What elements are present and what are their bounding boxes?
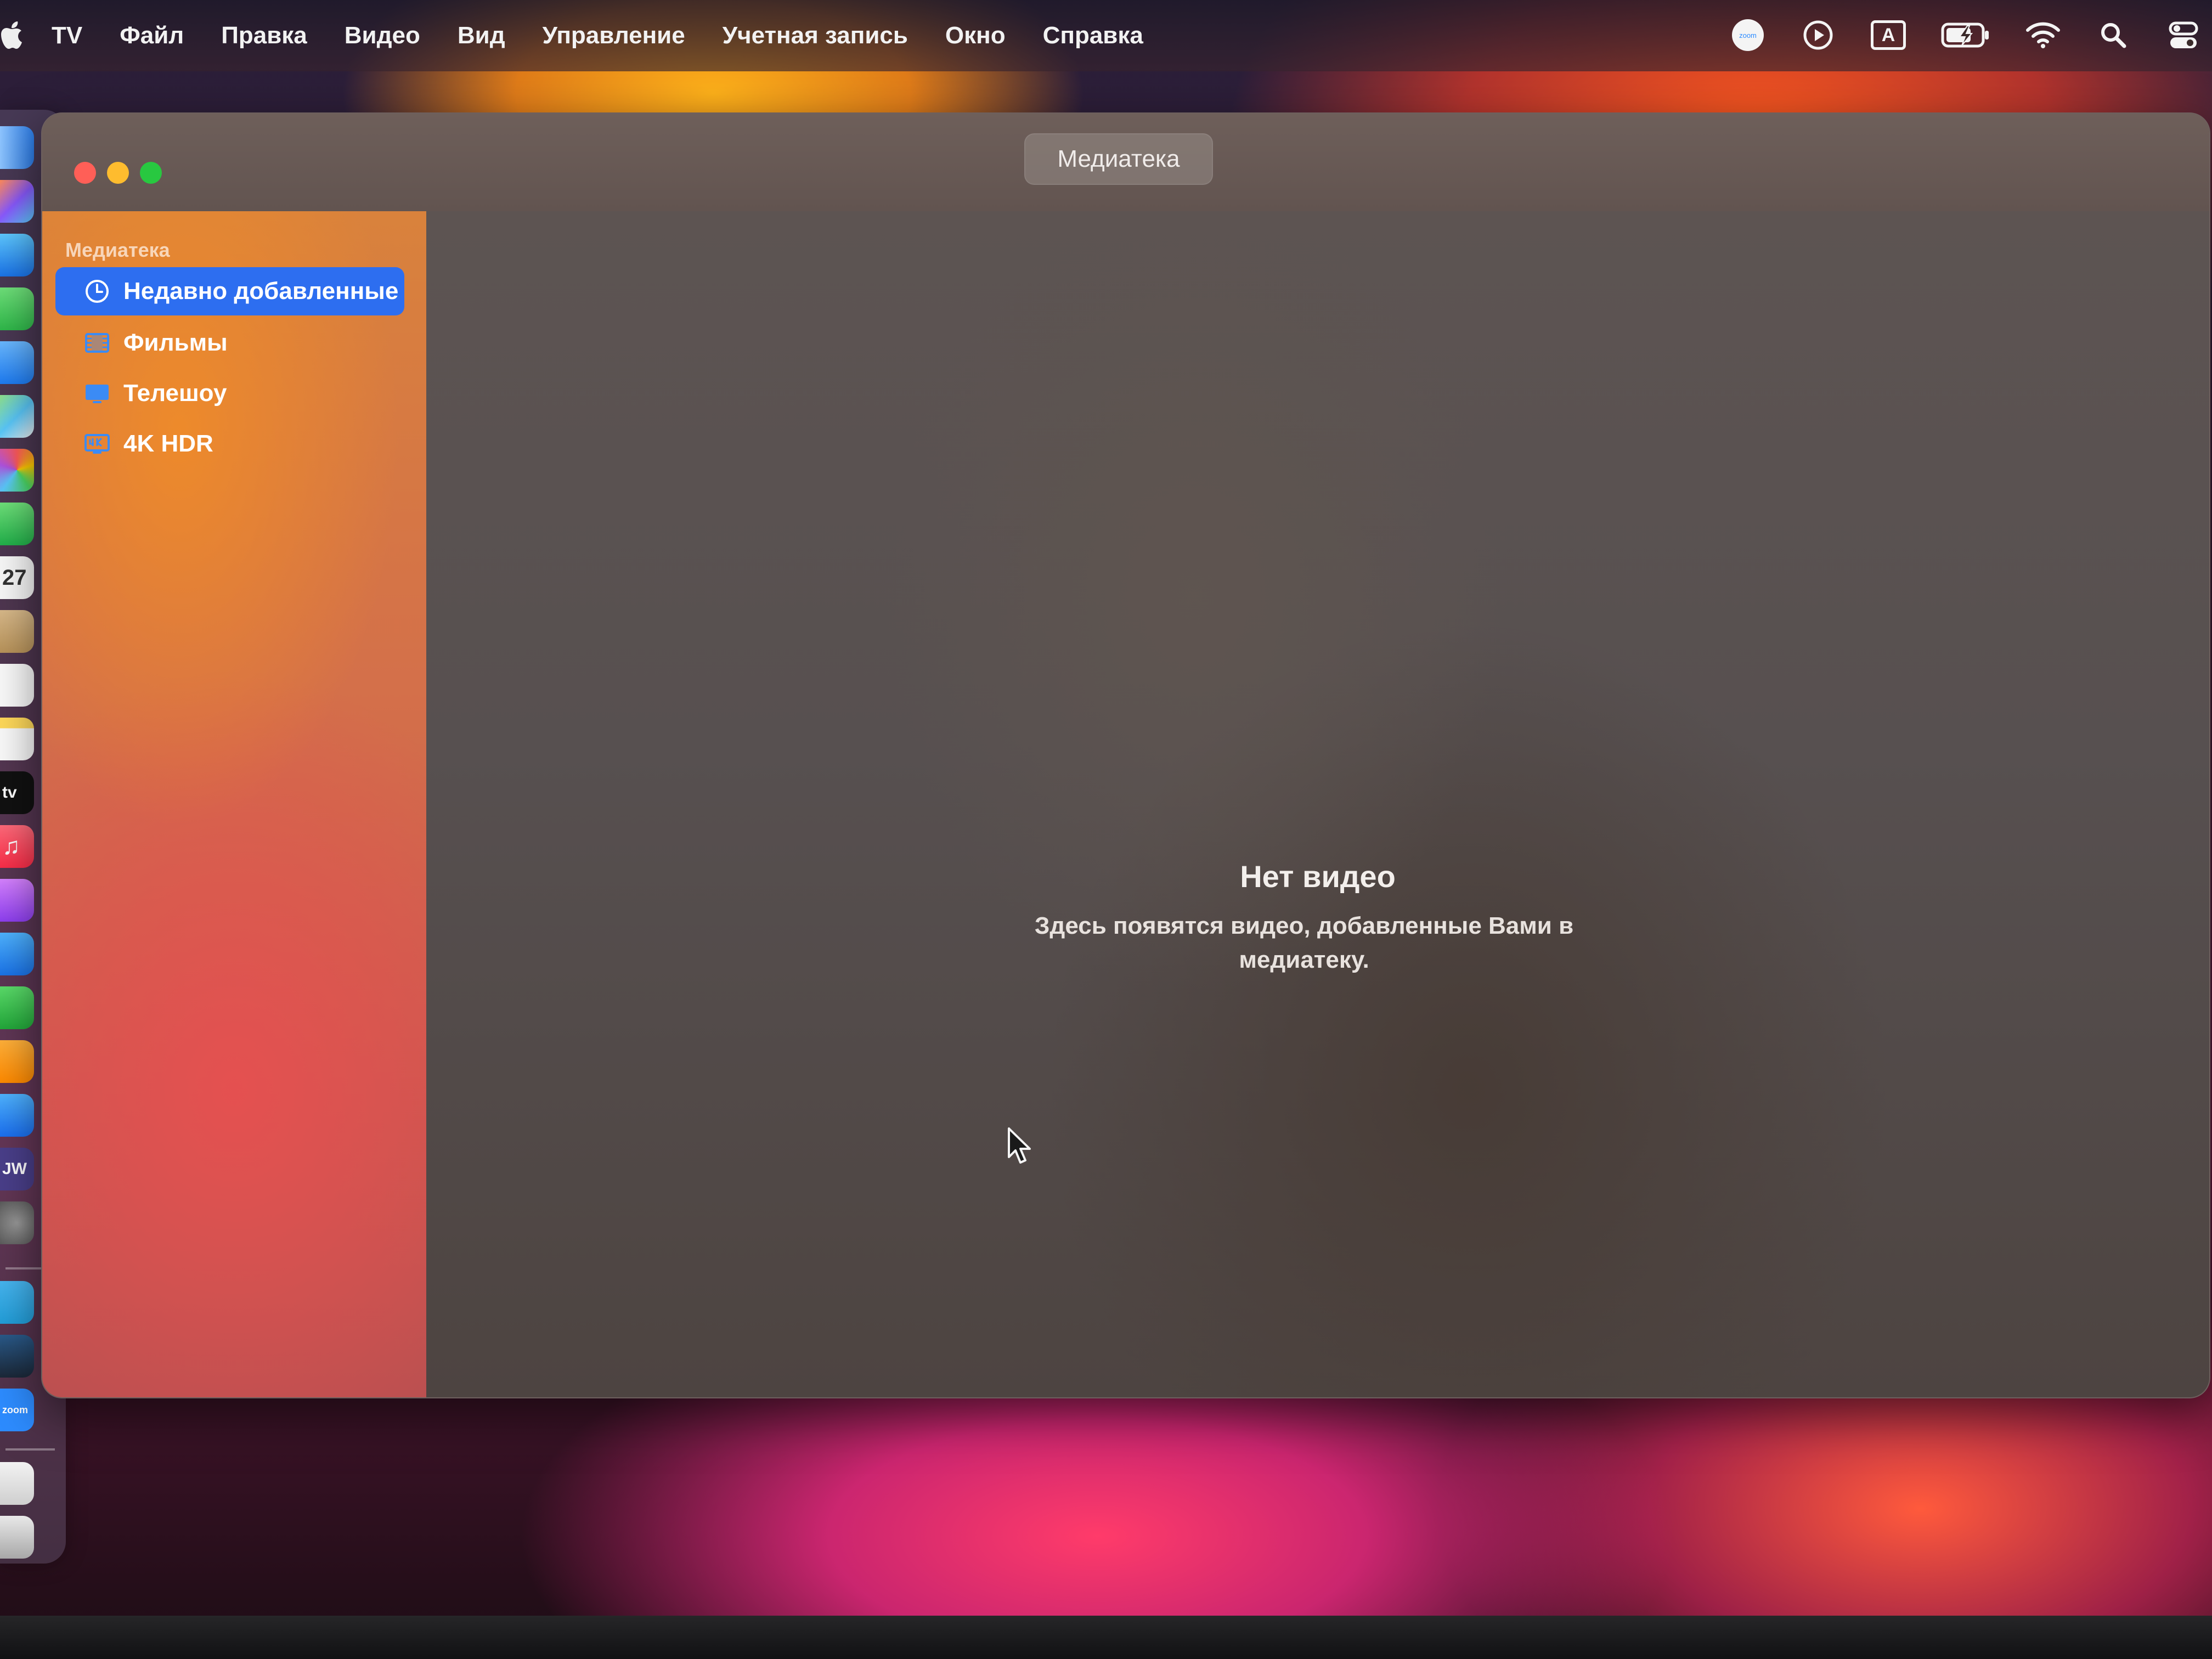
input-source-icon[interactable]: A xyxy=(1871,18,1906,53)
notes-icon[interactable] xyxy=(0,718,34,760)
calendar-icon[interactable]: 27 xyxy=(0,556,34,599)
tv-app-window: Медиатека Медиатека Недавно добавленные … xyxy=(41,112,2210,1398)
dock-separator xyxy=(5,1448,55,1451)
menu-window[interactable]: Окно xyxy=(945,22,1006,49)
control-center-icon[interactable] xyxy=(2166,18,2201,53)
sidebar-item-4k-hdr[interactable]: 4K HDR xyxy=(55,420,404,468)
screen-bezel xyxy=(0,1616,2212,1659)
tv-screen-icon xyxy=(86,385,109,403)
tv-icon[interactable]: tv xyxy=(0,771,34,814)
maps-icon[interactable] xyxy=(0,395,34,438)
sidebar-item-label: 4K HDR xyxy=(123,430,213,457)
keynote-icon[interactable] xyxy=(0,933,34,975)
4k-icon xyxy=(84,434,110,454)
sidebar-item-movies[interactable]: Фильмы xyxy=(55,319,404,367)
apple-icon[interactable] xyxy=(0,21,24,50)
sidebar-heading: Медиатека xyxy=(65,239,170,261)
close-button[interactable] xyxy=(74,162,96,184)
menu-account[interactable]: Учетная запись xyxy=(723,22,908,49)
empty-state-subtitle: Здесь появятся видео, добавленные Вами в… xyxy=(1034,912,1574,973)
menu-bar: TV Файл Правка Видео Вид Управление Учет… xyxy=(0,0,2212,71)
system-preferences-icon[interactable] xyxy=(0,1201,34,1244)
sidebar: Медиатека Недавно добавленные Фильмы Тел… xyxy=(42,211,426,1397)
zoom-dock-label: zoom xyxy=(2,1404,28,1415)
tv-dock-label: tv xyxy=(2,783,17,802)
app-store-icon[interactable] xyxy=(0,1094,34,1137)
messages-icon[interactable] xyxy=(0,287,34,330)
menu-view[interactable]: Вид xyxy=(458,22,505,49)
numbers-icon[interactable] xyxy=(0,986,34,1029)
zoom-icon[interactable]: zoom xyxy=(1730,18,1765,53)
pages-icon[interactable] xyxy=(0,1040,34,1083)
zoom-status-label: zoom xyxy=(1739,31,1757,40)
mail-icon[interactable] xyxy=(0,341,34,384)
finder-icon[interactable] xyxy=(0,126,34,169)
steam-icon[interactable] xyxy=(0,1335,34,1378)
telegram-icon[interactable] xyxy=(0,1281,34,1324)
sidebar-item-recently-added[interactable]: Недавно добавленные xyxy=(55,267,404,315)
menu-video[interactable]: Видео xyxy=(345,22,420,49)
menu-help[interactable]: Справка xyxy=(1043,22,1143,49)
launchpad-icon[interactable] xyxy=(0,180,34,223)
sidebar-item-label: Недавно добавленные xyxy=(123,278,399,304)
menu-file[interactable]: Файл xyxy=(120,22,184,49)
wifi-icon[interactable] xyxy=(2025,18,2061,53)
safari-icon[interactable] xyxy=(0,234,34,276)
photos-icon[interactable] xyxy=(0,449,34,492)
menu-controls[interactable]: Управление xyxy=(543,22,685,49)
sidebar-item-label: Телешоу xyxy=(123,380,227,407)
jw-dock-label: JW xyxy=(2,1160,27,1178)
contacts-icon[interactable] xyxy=(0,610,34,653)
empty-state-title: Нет видео xyxy=(1240,859,1396,894)
window-title-tab[interactable]: Медиатека xyxy=(1024,133,1213,185)
zoom-button[interactable] xyxy=(140,162,162,184)
search-icon[interactable] xyxy=(2096,18,2131,53)
film-icon xyxy=(85,333,109,353)
sidebar-item-tv-shows[interactable]: Телешоу xyxy=(55,369,404,417)
reminders-icon[interactable] xyxy=(0,664,34,707)
minimize-button[interactable] xyxy=(107,162,129,184)
document-icon[interactable] xyxy=(0,1462,34,1505)
zoom-dock-icon[interactable]: zoom xyxy=(0,1389,34,1431)
sidebar-item-label: Фильмы xyxy=(123,329,228,356)
title-bar[interactable]: Медиатека xyxy=(42,114,2209,211)
jw-library-icon[interactable]: JW xyxy=(0,1148,34,1190)
music-icon[interactable]: ♫ xyxy=(0,825,34,868)
status-area: zoom A xyxy=(1730,8,2201,63)
calendar-day-label: 27 xyxy=(2,565,27,590)
mouse-cursor-icon xyxy=(1008,1127,1031,1164)
play-circle-icon[interactable] xyxy=(1801,18,1836,53)
podcasts-icon[interactable] xyxy=(0,879,34,922)
facetime-icon[interactable] xyxy=(0,503,34,545)
trash-icon[interactable] xyxy=(0,1516,34,1559)
battery-charging-icon[interactable] xyxy=(1941,18,1990,53)
input-source-label: A xyxy=(1881,24,1895,46)
menu-edit[interactable]: Правка xyxy=(221,22,307,49)
content-area: Нет видео Здесь появятся видео, добавлен… xyxy=(426,211,2209,1397)
menu-tv[interactable]: TV xyxy=(52,22,82,49)
clock-icon xyxy=(86,280,109,303)
